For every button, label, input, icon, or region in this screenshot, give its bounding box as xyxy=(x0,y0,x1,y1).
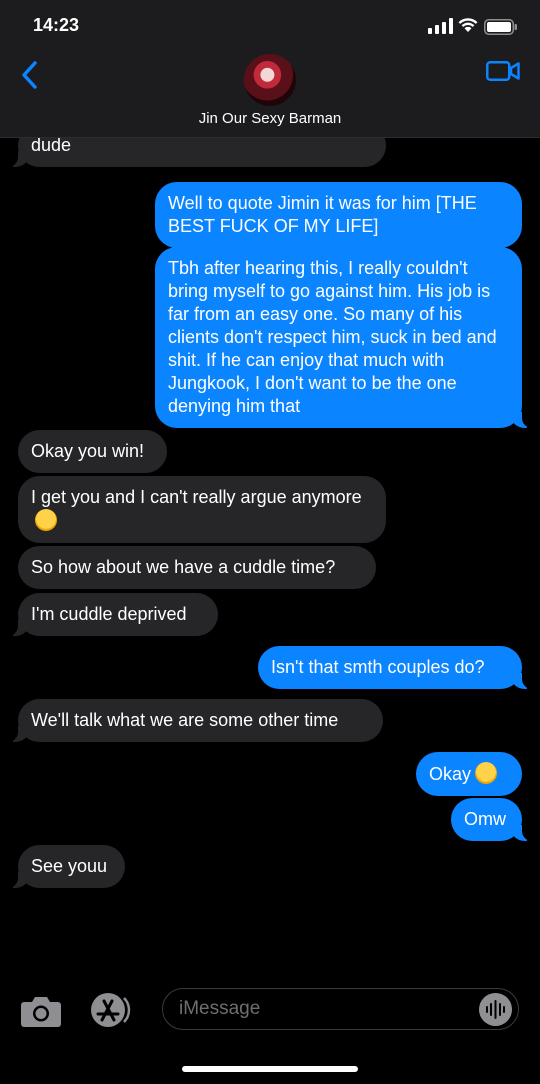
conversation-header: Jin Our Sexy Barman xyxy=(0,50,540,138)
message-thread[interactable]: dude Well to quote Jimin it was for him … xyxy=(0,138,540,978)
received-message[interactable]: See youu xyxy=(8,845,125,888)
status-time: 14:23 xyxy=(33,15,80,35)
app-store-icon[interactable] xyxy=(88,992,136,1028)
wifi-icon xyxy=(458,18,478,32)
camera-icon[interactable] xyxy=(20,994,62,1028)
cellular-signal-icon xyxy=(428,18,453,34)
contact-avatar[interactable] xyxy=(244,54,296,106)
sent-message[interactable]: Okay xyxy=(416,752,522,796)
received-message[interactable]: dude xyxy=(8,138,386,167)
compose-bar xyxy=(0,978,540,1084)
back-chevron-icon[interactable] xyxy=(18,60,42,90)
contact-name[interactable]: Jin Our Sexy Barman xyxy=(0,110,540,127)
imessage-input[interactable] xyxy=(162,988,519,1030)
status-bar: 14:23 xyxy=(0,0,540,50)
sweat-smile-emoji-icon xyxy=(35,509,57,531)
received-message[interactable]: We'll talk what we are some other time xyxy=(8,699,383,742)
home-indicator xyxy=(182,1066,358,1072)
audio-waveform-icon[interactable] xyxy=(479,993,512,1026)
sent-message[interactable]: Isn't that smth couples do? xyxy=(258,646,532,689)
sent-message[interactable]: Omw xyxy=(451,798,532,841)
received-message[interactable]: I'm cuddle deprived xyxy=(8,593,218,636)
received-message[interactable]: Okay you win! xyxy=(18,430,167,473)
battery-icon xyxy=(484,19,517,35)
sent-message[interactable]: Tbh after hearing this, I really couldn'… xyxy=(155,247,532,428)
sent-message[interactable]: Well to quote Jimin it was for him [THE … xyxy=(155,182,522,248)
sweat-smile-emoji-icon xyxy=(475,762,498,784)
received-message[interactable]: So how about we have a cuddle time? xyxy=(18,546,376,589)
received-message[interactable]: I get you and I can't really argue anymo… xyxy=(18,476,386,543)
facetime-video-icon[interactable] xyxy=(486,60,520,82)
